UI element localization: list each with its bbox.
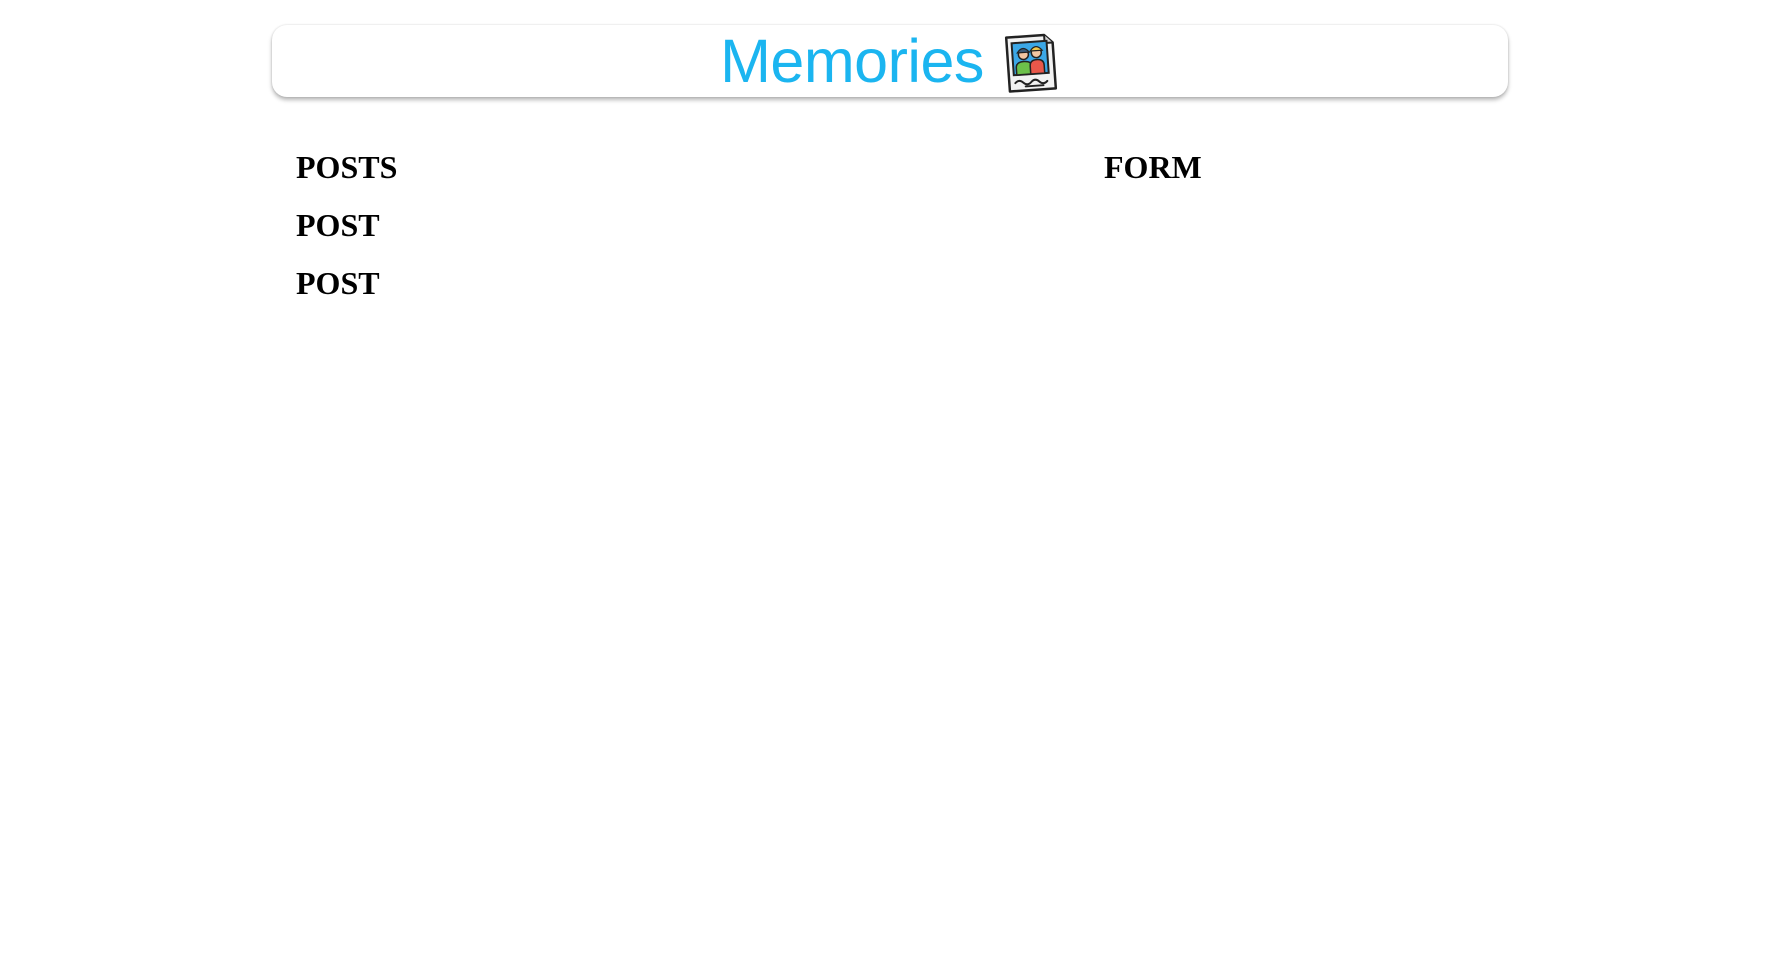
main-content: POSTS POST POST FORM: [272, 149, 1508, 323]
photo-memories-icon: [1002, 32, 1060, 94]
form-heading: FORM: [1104, 149, 1202, 185]
posts-section: POSTS POST POST: [296, 149, 1104, 323]
form-section: FORM: [1104, 149, 1508, 323]
app-bar: Memories: [272, 25, 1508, 97]
posts-heading: POSTS: [296, 149, 398, 185]
post-item: POST: [296, 207, 380, 243]
app-title: Memories: [720, 26, 984, 95]
post-item: POST: [296, 265, 380, 301]
app-container: Memories POSTS POST POST FORM: [272, 0, 1508, 323]
